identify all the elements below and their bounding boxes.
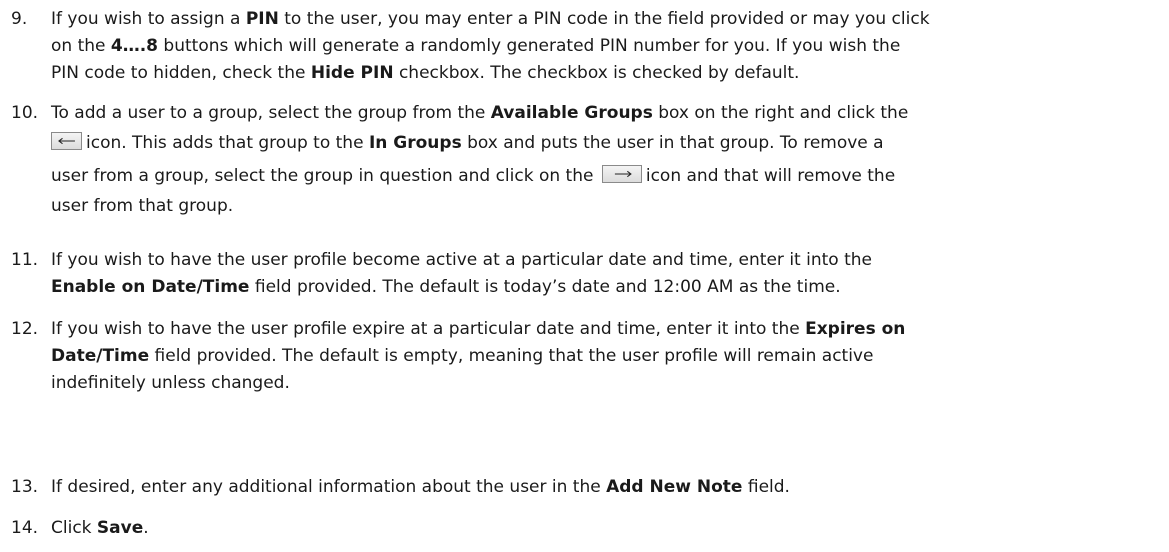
text-line: Date/Time field provided. The default is…	[51, 343, 1161, 370]
step-text: Click Save.	[51, 515, 1161, 542]
text-line: Enable on Date/Time field provided. The …	[51, 274, 1161, 301]
step-text: If desired, enter any additional informa…	[51, 474, 1161, 501]
text-run: If desired, enter any additional informa…	[51, 477, 607, 497]
text-run: on the	[51, 36, 111, 56]
step-number: 10.	[11, 103, 39, 123]
step-number: 11.	[11, 250, 39, 270]
text-run: icon and that will remove the	[645, 166, 896, 186]
step-text: If you wish to have the user profile exp…	[51, 316, 1161, 397]
text-run: field provided. The default is today’s d…	[249, 277, 841, 297]
text-run: Click	[51, 518, 97, 538]
text-run: If you wish to have the user profile exp…	[51, 319, 806, 339]
text-run: field provided. The default is empty, me…	[149, 346, 874, 366]
text-run: If you wish to have the user profile bec…	[51, 250, 872, 270]
text-run: user from a group, select the group in q…	[51, 166, 599, 186]
text-line: If you wish to assign a PIN to the user,…	[51, 6, 1161, 33]
step-number: 9.	[11, 9, 28, 29]
instruction-document: 9. If you wish to assign a PIN to the us…	[0, 0, 1169, 552]
step-text: If you wish to assign a PIN to the user,…	[51, 6, 1161, 87]
bold-term: Available Groups	[490, 103, 653, 123]
text-line: PIN code to hidden, check the Hide PIN c…	[51, 60, 1161, 87]
text-run: user from that group.	[51, 196, 234, 216]
text-run: checkbox. The checkbox is checked by def…	[393, 63, 800, 83]
text-run: .	[143, 518, 149, 538]
text-line: If you wish to have the user profile bec…	[51, 247, 1161, 274]
text-line: user from a group, select the group in q…	[51, 160, 1161, 193]
text-run: If you wish to assign a	[51, 9, 246, 29]
text-line: To add a user to a group, select the gro…	[51, 100, 1161, 127]
step-text: If you wish to have the user profile bec…	[51, 247, 1161, 301]
step-number: 12.	[11, 319, 39, 339]
text-line: icon. This adds that group to the In Gro…	[51, 127, 1161, 160]
bold-term: Save	[96, 518, 144, 538]
text-line: If you wish to have the user profile exp…	[51, 316, 1161, 343]
text-line: on the 4….8 buttons which will generate …	[51, 33, 1161, 60]
text-run: To add a user to a group, select the gro…	[51, 103, 491, 123]
step-text: To add a user to a group, select the gro…	[51, 100, 1161, 220]
bold-term: Date/Time	[51, 346, 150, 366]
bold-term: 4….8	[110, 36, 159, 56]
text-line: indefinitely unless changed.	[51, 370, 1161, 397]
text-run: buttons which will generate a randomly g…	[158, 36, 901, 56]
text-run: box on the right and click the	[652, 103, 909, 123]
left-arrow-button-icon	[51, 132, 82, 150]
step-number: 14.	[11, 518, 39, 538]
text-run: box and puts the user in that group. To …	[461, 133, 884, 153]
bold-term: Hide PIN	[310, 63, 394, 83]
text-run: PIN code to hidden, check the	[51, 63, 311, 83]
step-number: 13.	[11, 477, 39, 497]
bold-term: Add New Note	[606, 477, 743, 497]
bold-term: In Groups	[368, 133, 462, 153]
text-line: Click Save.	[51, 515, 1161, 542]
text-run: indefinitely unless changed.	[51, 373, 290, 393]
text-run: icon. This adds that group to the	[86, 133, 369, 153]
bold-term: PIN	[245, 9, 279, 29]
text-line: user from that group.	[51, 193, 1161, 220]
text-run: to the user, you may enter a PIN code in…	[278, 9, 930, 29]
bold-term: Expires on	[805, 319, 906, 339]
text-line: If desired, enter any additional informa…	[51, 474, 1161, 501]
text-run: field.	[742, 477, 790, 497]
bold-term: Enable on Date/Time	[51, 277, 250, 297]
right-arrow-button-icon	[601, 165, 642, 183]
